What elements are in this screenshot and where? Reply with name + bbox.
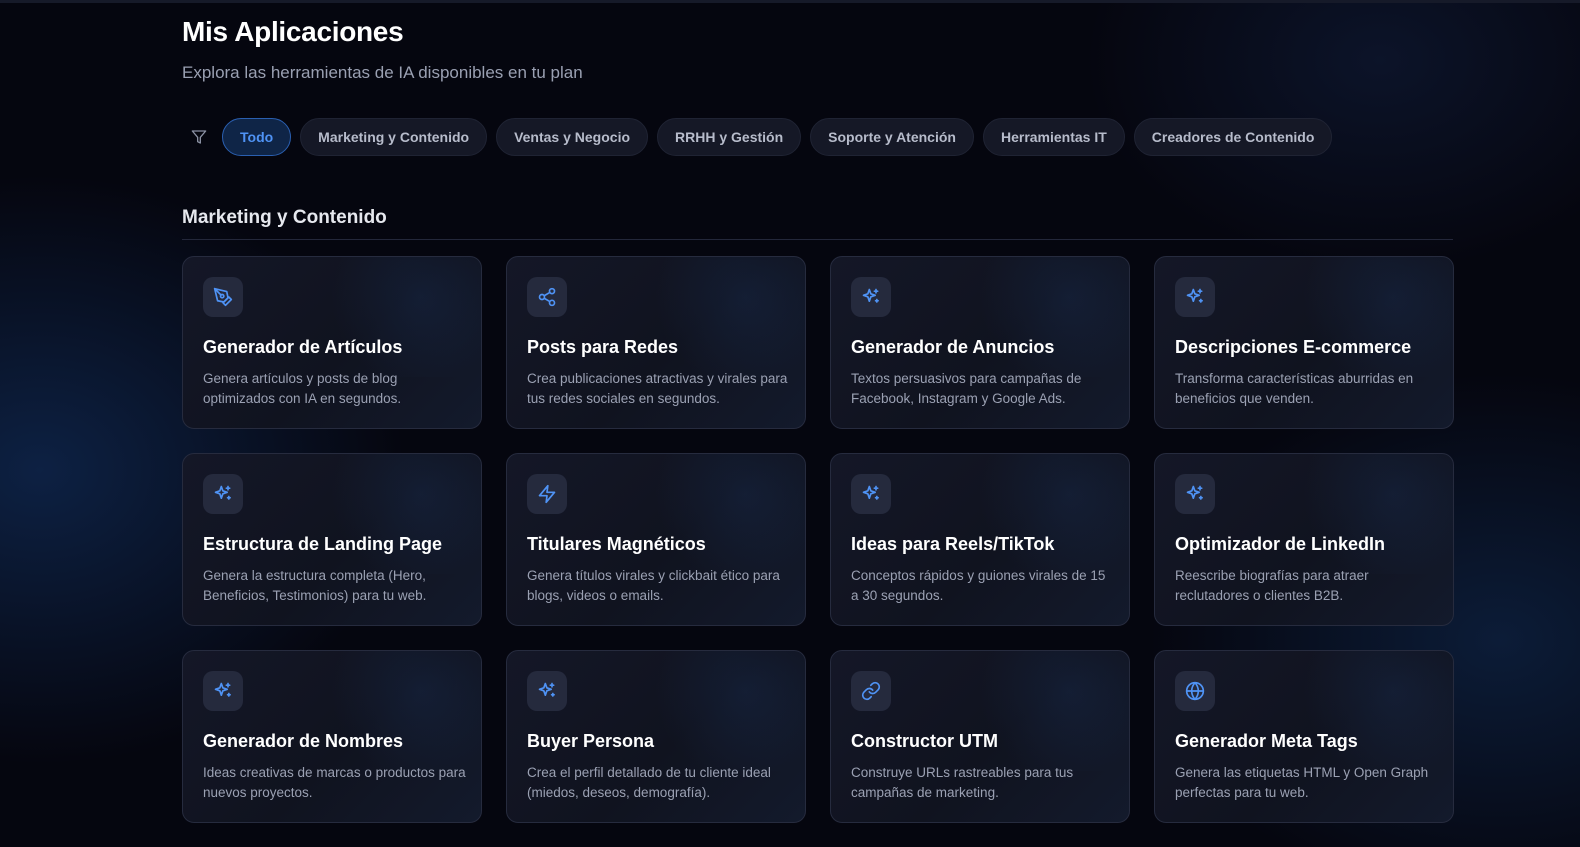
filter-chip[interactable]: RRHH y Gestión [657,118,802,156]
card-glow [645,257,805,377]
app-card[interactable]: Titulares Magnéticos Genera títulos viral… [506,453,806,626]
card-title: Generador de Nombres [203,731,404,751]
app-card-grid: Generador de Artículos Genera artículos y… [182,256,1454,823]
app-card[interactable]: Generador Meta Tags Genera las etiquetas … [1154,650,1454,823]
filter-chip[interactable]: Ventas y Negocio [496,118,649,156]
card-title: Posts para Redes [527,337,679,357]
sparkles-icon [851,474,891,514]
link-icon [851,671,891,711]
card-glow [969,454,1129,574]
card-description: Genera la estructura completa (Hero, Ben… [203,568,427,603]
card-description: Genera títulos virales y clickbait ético… [527,568,780,603]
card-title: Generador de Anuncios [851,337,1055,357]
card-title: Estructura de Landing Page [203,534,443,554]
page-title: Mis Aplicaciones [182,16,404,47]
app-card[interactable]: Generador de Anuncios Textos persuasivos … [830,256,1130,429]
app-card[interactable]: Posts para Redes Crea publicaciones atrac… [506,256,806,429]
sparkles-icon [1175,277,1215,317]
app-card[interactable]: Descripciones E-commerce Transforma carac… [1154,256,1454,429]
category-filter-bar: Todo Marketing y Contenido Ventas y Negoci… [182,118,1341,156]
globe-icon [1175,671,1215,711]
pen-tool-icon [203,277,243,317]
app-card[interactable]: Generador de Artículos Genera artículos y… [182,256,482,429]
card-description: Genera artículos y posts de blog optimiz… [203,371,402,406]
filter-icon[interactable] [184,122,214,152]
sparkles-icon [203,474,243,514]
card-description: Construye URLs rastreables para tus camp… [851,765,1074,800]
card-description: Crea el perfil detallado de tu cliente i… [527,765,771,800]
share-icon [527,277,567,317]
sparkles-icon [1175,474,1215,514]
app-card[interactable]: Ideas para Reels/TikTok Conceptos rápidos… [830,453,1130,626]
card-description: Genera las etiquetas HTML y Open Graph p… [1175,765,1429,800]
sparkles-icon [203,671,243,711]
card-title: Buyer Persona [527,731,655,751]
card-glow [1293,257,1453,377]
filter-chip[interactable]: Soporte y Atención [810,118,974,156]
card-glow [645,454,805,574]
app-card[interactable]: Buyer Persona Crea el perfil detallado de… [506,650,806,823]
section-divider [182,239,1453,240]
filter-chip[interactable]: Todo [222,118,292,156]
card-title: Descripciones E-commerce [1175,337,1412,357]
card-title: Optimizador de LinkedIn [1175,534,1386,554]
card-glow [1293,651,1453,771]
card-description: Reescribe biografías para atraer recluta… [1175,568,1369,603]
top-border [0,0,1580,3]
card-description: Transforma características aburridas en … [1175,371,1414,406]
app-card[interactable]: Estructura de Landing Page Genera la estr… [182,453,482,626]
app-card[interactable]: Optimizador de LinkedIn Reescribe biograf… [1154,453,1454,626]
card-glow [645,651,805,771]
filter-chip[interactable]: Creadores de Contenido [1133,118,1333,156]
filter-chip[interactable]: Herramientas IT [982,118,1125,156]
card-title: Ideas para Reels/TikTok [851,534,1055,554]
section-title: Marketing y Contenido [182,207,387,228]
card-glow [1293,454,1453,574]
app-card[interactable]: Generador de Nombres Ideas creativas de m… [182,650,482,823]
card-glow [321,651,481,771]
card-description: Crea publicaciones atractivas y virales … [527,371,788,406]
sparkles-icon [527,671,567,711]
card-title: Titulares Magnéticos [527,534,706,554]
card-glow [321,257,481,377]
card-title: Generador de Artículos [203,337,403,357]
card-glow [969,651,1129,771]
card-description: Textos persuasivos para campañas de Face… [851,371,1082,406]
card-glow [321,454,481,574]
card-title: Generador Meta Tags [1175,731,1358,751]
page-subtitle: Explora las herramientas de IA disponibl… [182,63,583,82]
zap-icon [527,474,567,514]
card-description: Conceptos rápidos y guiones virales de 1… [851,568,1106,603]
filter-chip[interactable]: Marketing y Contenido [300,118,488,156]
app-card[interactable]: Constructor UTM Construye URLs rastreable… [830,650,1130,823]
card-glow [969,257,1129,377]
card-title: Constructor UTM [851,731,998,751]
sparkles-icon [851,277,891,317]
card-description: Ideas creativas de marcas o productos pa… [203,765,466,800]
